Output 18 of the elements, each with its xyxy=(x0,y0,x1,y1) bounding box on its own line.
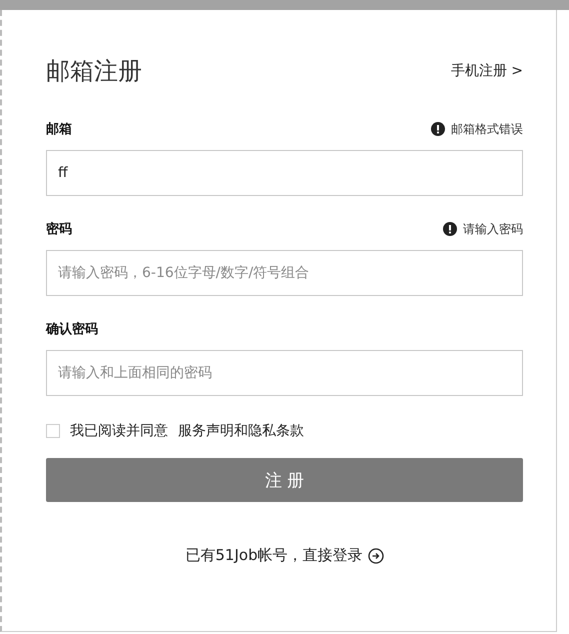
agreement-text: 我已阅读并同意 xyxy=(70,422,168,440)
terms-link[interactable]: 服务声明和隐私条款 xyxy=(178,422,304,440)
warning-icon xyxy=(431,122,445,136)
field-label: 密码 xyxy=(46,220,72,238)
warning-icon xyxy=(443,222,457,236)
input-field[interactable]: 请输入密码，6-16位字母/数字/符号组合 xyxy=(46,250,523,296)
checkbox[interactable] xyxy=(46,424,60,438)
field-label: 确认密码 xyxy=(46,320,98,338)
input-field[interactable]: ff xyxy=(46,150,523,196)
field-label: 邮箱 xyxy=(46,121,72,138)
phone-register-link[interactable]: 手机注册 > xyxy=(450,62,523,80)
page-title: 邮箱注册 xyxy=(46,56,142,87)
arrow-circle-icon xyxy=(368,548,384,564)
login-link[interactable]: 已有51Job帐号，直接登录 xyxy=(185,546,363,565)
register-button[interactable]: 注 册 xyxy=(46,458,523,502)
input-field[interactable]: 请输入和上面相同的密码 xyxy=(46,350,523,396)
error-message: 请输入密码 xyxy=(463,220,523,238)
error-message: 邮箱格式错误 xyxy=(451,120,523,138)
